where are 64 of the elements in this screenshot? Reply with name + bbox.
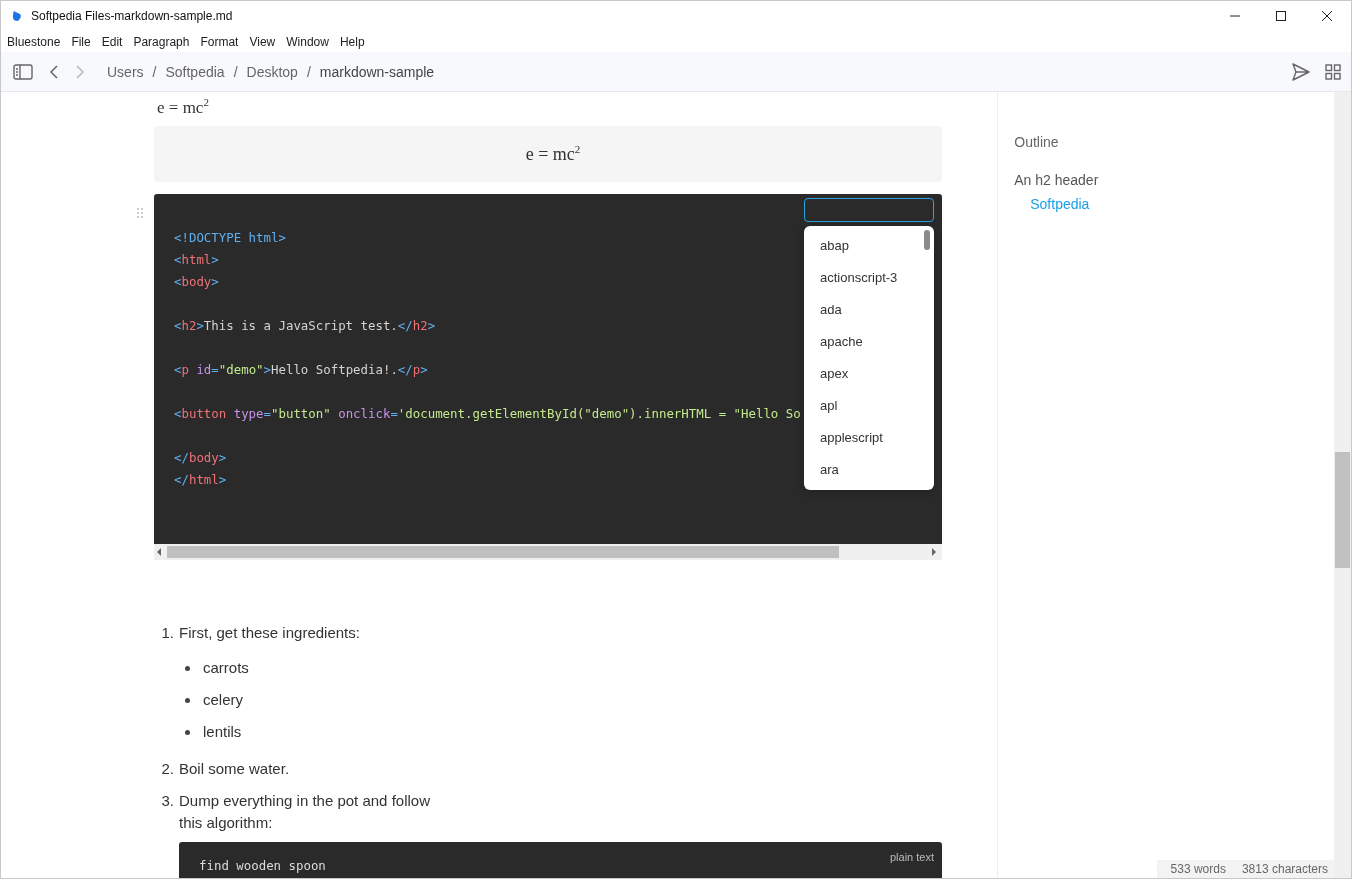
code-line: <body> [174, 273, 219, 291]
code-line: </html> [174, 471, 227, 489]
sidebar-toggle-icon[interactable] [13, 63, 33, 80]
breadcrumb-separator: / [152, 63, 157, 80]
grid-icon[interactable] [1325, 63, 1341, 80]
maximize-icon[interactable] [1275, 10, 1287, 22]
breadcrumb-separator: / [306, 63, 311, 80]
bullet-icon [185, 729, 190, 735]
list-number: 1. [160, 623, 174, 643]
math-formula: e = mc$^{2}$ [525, 143, 581, 165]
list-number: 3. [160, 791, 174, 811]
breadcrumb-separator: / [233, 63, 238, 80]
scrollbar-thumb[interactable] [924, 230, 930, 250]
dropdown-option[interactable]: apache [804, 326, 934, 358]
menu-item[interactable]: Format [200, 34, 239, 49]
list-number: 2. [160, 759, 174, 779]
list-item-text: First, get these ingredients: [179, 623, 361, 643]
app-logo-icon [12, 10, 22, 22]
outline-title: Outline [1014, 134, 1060, 150]
list-item-text: celery [203, 690, 243, 710]
breadcrumb-item[interactable]: markdown-sample [319, 63, 435, 80]
dropdown-option[interactable]: apex [804, 358, 934, 390]
bullet-icon [185, 697, 190, 703]
menu-item[interactable]: File [71, 34, 91, 49]
send-icon[interactable] [1291, 62, 1311, 81]
menu-item[interactable]: View [249, 34, 276, 49]
dropdown-option[interactable]: applescript [804, 422, 934, 454]
list-item-text: lentils [203, 722, 242, 742]
character-count: 3813 characters [1241, 862, 1328, 876]
code-line: <p id="demo">Hello Softpedia!.</p> [174, 361, 428, 379]
language-label[interactable]: plain text [889, 846, 934, 868]
list-item-text: Dump everything in the pot and follow this algorithm: [179, 791, 431, 833]
menu-item[interactable]: Edit [101, 34, 123, 49]
menu-item[interactable]: Bluestone [7, 34, 61, 49]
dropdown-option[interactable]: ara [804, 454, 934, 486]
drag-handle-icon[interactable] [137, 208, 143, 218]
code-line: <html> [174, 251, 219, 269]
menu-item[interactable]: Window [286, 34, 329, 49]
dropdown-option[interactable]: apl [804, 390, 934, 422]
close-icon[interactable] [1321, 10, 1333, 22]
code-line: <button type="button" onclick='document.getElementById("demo").innerHTML = "Hello So [174, 405, 801, 423]
code-line: <h2>This is a JavaScript test.</h2> [174, 317, 436, 335]
bullet-icon [185, 665, 190, 671]
menu-item[interactable]: Help [339, 34, 365, 49]
menu-item[interactable]: Paragraph [133, 34, 190, 49]
breadcrumb-item[interactable]: Desktop [246, 63, 298, 80]
dropdown-option[interactable]: abap [804, 230, 934, 262]
math-formula: e = mc$^{2}$ [157, 95, 210, 119]
language-input-field[interactable] [804, 198, 934, 222]
breadcrumb-item[interactable]: Users [107, 63, 144, 80]
list-item-text: Boil some water. [179, 759, 291, 779]
dropdown-option[interactable]: actionscript-3 [804, 262, 934, 294]
dropdown-option[interactable]: ada [804, 294, 934, 326]
window-title: Softpedia Files-markdown-sample.md [31, 9, 233, 23]
code-line: find wooden spoon [199, 857, 326, 875]
scrollbar[interactable] [1334, 92, 1351, 878]
code-line: <!DOCTYPE html> [174, 229, 286, 247]
word-count: 533 words [1170, 862, 1226, 876]
outline-item[interactable]: An h2 header [1014, 172, 1334, 188]
breadcrumb-item[interactable]: Softpedia [165, 63, 225, 80]
list-item-text: carrots [203, 658, 249, 678]
horizontal-scrollbar[interactable] [154, 544, 942, 560]
back-icon[interactable] [49, 64, 59, 79]
code-line: </body> [174, 449, 227, 467]
